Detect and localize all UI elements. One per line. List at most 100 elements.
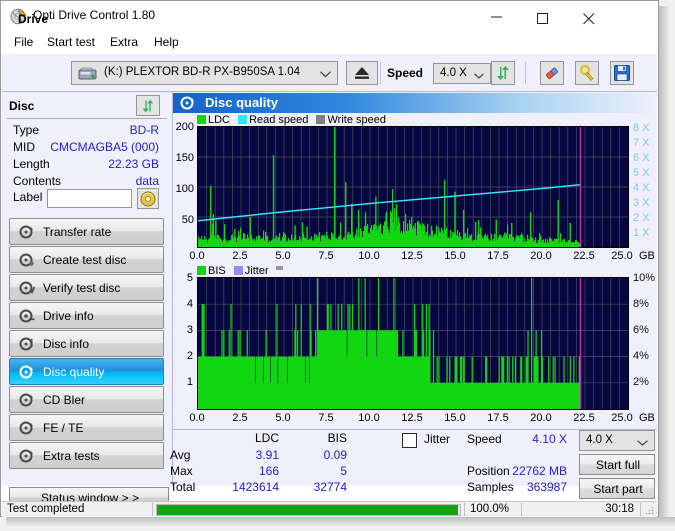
disc-verify-icon <box>19 280 36 296</box>
minimize-icon[interactable] <box>474 1 520 32</box>
sidebar-item-disc-info[interactable]: Disc info <box>9 330 164 357</box>
x-tick-b3: 7.5 <box>318 412 334 424</box>
disc-row-value: 22.23 GB <box>108 157 159 171</box>
bis-chart-plot[interactable] <box>197 277 629 410</box>
disc-row-value: CMCMAGBA5 (000) <box>50 140 159 154</box>
y-tick-right-4x: 4 X <box>633 182 650 194</box>
bis-chart-svg <box>198 278 628 409</box>
sidebar-item-label: Verify test disc <box>43 281 121 295</box>
sidebar-item-label: CD Bler <box>43 393 86 407</box>
y-tick-right-7x: 7 X <box>633 137 650 149</box>
x-tick-b8: 20.0 <box>530 412 552 424</box>
x-tick-b5: 12.5 <box>401 412 423 424</box>
test-speed-select[interactable]: 4.0 X <box>579 430 655 451</box>
disc-section-title: Disc <box>9 99 35 113</box>
drive-select[interactable]: (K:) PLEXTOR BD-R PX-B950SA 1.04 <box>71 61 338 85</box>
disc-row-value: data <box>135 174 159 188</box>
y-tick-bot-right-4: 4% <box>633 350 649 362</box>
sidebar-item-label: Transfer rate <box>43 225 112 239</box>
disc-row-type: Type BD-R <box>1 123 171 140</box>
disc-create-icon <box>19 252 35 268</box>
x-tick-5: 12.5 <box>401 250 423 262</box>
legend-label-bis: BIS <box>208 265 226 277</box>
disc-label-input[interactable] <box>47 189 132 208</box>
speed-select[interactable]: 4.0 X <box>433 63 491 84</box>
x-tick-6: 15.0 <box>444 250 466 262</box>
y-tick-bot-3: 3 <box>186 324 193 336</box>
menu-help[interactable]: Help <box>149 35 184 51</box>
sidebar-item-fe-te[interactable]: FE / TE <box>9 414 164 441</box>
chart-legend-bottom: BIS Jitter <box>197 265 283 277</box>
disc-row-key: Type <box>13 123 40 137</box>
close-icon[interactable] <box>566 1 612 32</box>
start-full-button[interactable]: Start full <box>579 454 655 475</box>
stats-max-ldc: 166 <box>258 464 279 478</box>
sidebar-item-disc-quality[interactable]: Disc quality <box>9 358 164 385</box>
status-separator-2 <box>464 503 465 516</box>
chevron-down-icon <box>637 437 648 449</box>
menu-extra[interactable]: Extra <box>105 35 143 51</box>
x-axis-unit-bottom: GB <box>639 412 655 424</box>
resize-grip-icon[interactable] <box>644 505 654 515</box>
start-full-label: Start full <box>595 458 640 472</box>
legend-swatch-extra <box>275 266 283 270</box>
legend-swatch-jitter <box>233 266 243 275</box>
sidebar-item-verify-test-disc[interactable]: Verify test disc <box>9 274 164 301</box>
y-tick-top-200: 200 <box>175 121 194 133</box>
x-tick-8: 20.0 <box>530 250 552 262</box>
x-tick-b2: 5.0 <box>275 412 291 424</box>
legend-swatch-write-speed <box>316 115 326 124</box>
x-tick-b0: 0.0 <box>189 412 205 424</box>
position-value: 22762 MB <box>512 464 567 478</box>
quality-chart-plot[interactable] <box>197 126 629 248</box>
progress-bar-fill <box>157 505 458 515</box>
stats-avg-bis: 0.09 <box>323 448 347 462</box>
disc-row-length: Length 22.23 GB <box>1 157 171 174</box>
x-tick-3: 7.5 <box>318 250 334 262</box>
disc-refresh-button[interactable] <box>136 95 160 116</box>
sidebar-item-label: Drive info <box>43 309 94 323</box>
y-tick-right-3x: 3 X <box>633 197 650 209</box>
disc-label-button[interactable] <box>137 188 159 209</box>
maximize-icon[interactable] <box>520 1 566 32</box>
start-part-button[interactable]: Start part <box>579 478 655 499</box>
sidebar-item-create-test-disc[interactable]: Create test disc <box>9 246 164 273</box>
title-bar: Opti Drive Control 1.80 <box>1 1 658 32</box>
sidebar-item-extra-tests[interactable]: Extra tests <box>9 442 164 469</box>
drive-label: Drive <box>18 12 49 26</box>
x-tick-b7: 17.5 <box>487 412 509 424</box>
disc-row-mid: MID CMCMAGBA5 (000) <box>1 140 171 157</box>
sidebar-item-label: Disc quality <box>43 365 105 379</box>
settings-button[interactable] <box>575 61 599 85</box>
status-separator-3 <box>521 503 522 516</box>
menu-start-test[interactable]: Start test <box>42 35 100 51</box>
disc-label-label: Label <box>13 190 43 204</box>
y-tick-right-5x: 5 X <box>633 167 650 179</box>
page-title: Disc quality <box>205 95 278 110</box>
disc-extra-icon <box>19 448 35 464</box>
disc-row-value: BD-R <box>129 123 159 137</box>
sidebar-item-drive-info[interactable]: Drive info <box>9 302 164 329</box>
legend-label-jitter: Jitter <box>244 265 269 277</box>
drive-icon <box>78 66 98 82</box>
sidebar-item-transfer-rate[interactable]: Transfer rate <box>9 218 164 245</box>
legend-swatch-bis <box>197 266 206 275</box>
erase-button[interactable] <box>540 61 564 85</box>
stats-col-ldc: LDC <box>254 431 279 445</box>
x-axis-unit-top: GB <box>639 250 655 262</box>
save-button[interactable] <box>610 61 634 85</box>
disc-bler-icon <box>19 392 35 408</box>
chart-legend-top: LDC Read speed Write speed <box>197 114 386 126</box>
eject-button[interactable] <box>346 61 378 85</box>
legend-swatch-read-speed <box>238 115 248 124</box>
menu-file[interactable]: File <box>9 35 38 51</box>
disc-row-key: Length <box>13 157 50 171</box>
jitter-checkbox[interactable] <box>402 433 417 448</box>
sidebar-item-cd-bler[interactable]: CD Bler <box>9 386 164 413</box>
test-speed-select-value: 4.0 X <box>586 434 613 446</box>
toolbar-separator-2 <box>525 62 526 84</box>
disc-row-key: MID <box>13 140 35 154</box>
refresh-button[interactable] <box>491 61 515 85</box>
window-shadow-right <box>659 6 675 531</box>
legend-label-write-speed: Write speed <box>327 114 386 126</box>
